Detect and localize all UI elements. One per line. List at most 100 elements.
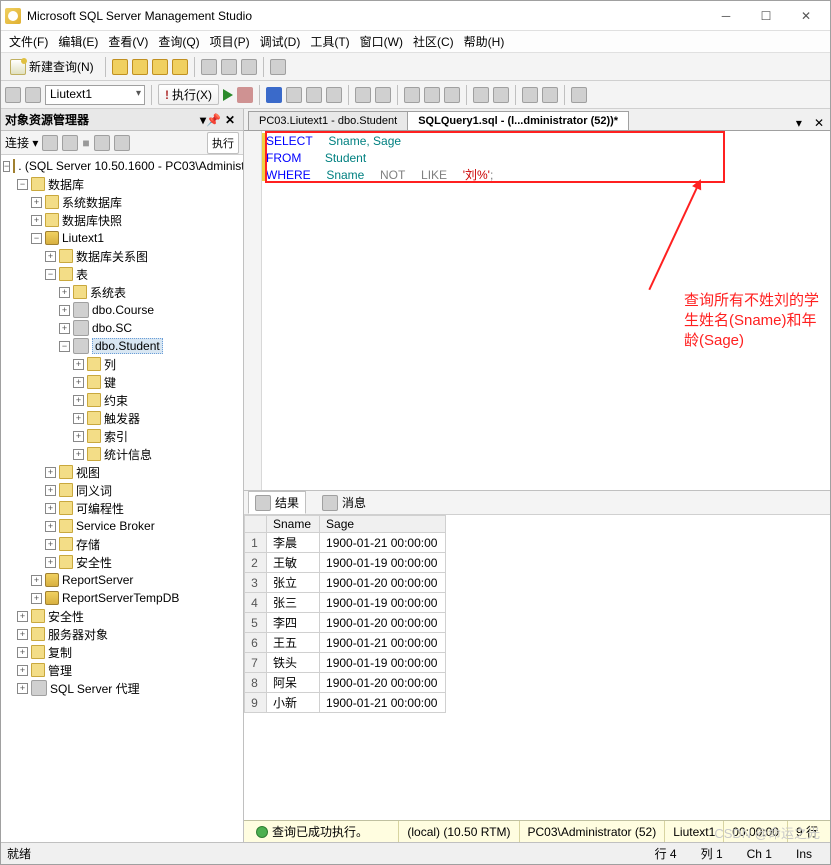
table-row[interactable]: 2王敏1900-01-19 00:00:00 [245,553,446,573]
tree-triggers[interactable]: 触发器 [104,410,140,427]
messages-tab[interactable]: 消息 [316,492,372,513]
expander[interactable]: − [59,341,70,352]
menu-community[interactable]: 社区(C) [409,31,458,52]
activity-icon[interactable] [270,59,286,75]
table-row[interactable]: 9小新1900-01-21 00:00:00 [245,693,446,713]
expander[interactable]: + [59,287,70,298]
expander[interactable]: + [45,539,56,550]
execute-button[interactable]: ! 执行(X) [158,84,219,105]
database-combo[interactable]: Liutext1 [45,85,145,105]
expander[interactable]: + [17,683,28,694]
cell-sname[interactable]: 王敏 [267,553,320,573]
intellisense-icon[interactable] [326,87,342,103]
save-icon[interactable] [221,59,237,75]
outdent-icon[interactable] [542,87,558,103]
tree-systables[interactable]: 系统表 [90,284,126,301]
debug-icon[interactable] [223,89,233,101]
sql-code[interactable]: SELECT Sname, Sage FROM Student WHERE Sn… [266,133,493,184]
table-row[interactable]: 8阿呆1900-01-20 00:00:00 [245,673,446,693]
cell-sage[interactable]: 1900-01-19 00:00:00 [320,553,446,573]
tree-sysdb[interactable]: 系统数据库 [62,194,122,211]
connect-icon-2[interactable] [62,135,78,151]
menu-help[interactable]: 帮助(H) [460,31,509,52]
tabs-dropdown-icon[interactable]: ▾ [790,116,808,130]
expander[interactable]: + [73,395,84,406]
tab-table-designer[interactable]: PC03.Liutext1 - dbo.Student [248,111,408,130]
table-row[interactable]: 7铁头1900-01-19 00:00:00 [245,653,446,673]
tree-replication[interactable]: 复制 [48,644,72,661]
toolbar-icon-3[interactable] [152,59,168,75]
tree-server[interactable]: . (SQL Server 10.50.1600 - PC03\Administ… [18,159,243,173]
new-query-button[interactable]: 新建查询(N) [5,55,99,78]
expander[interactable]: + [31,593,42,604]
expander[interactable]: − [17,179,28,190]
tree-security-db[interactable]: 安全性 [76,554,112,571]
menu-file[interactable]: 文件(F) [5,31,52,52]
change-connection-icon[interactable] [25,87,41,103]
tree-liutext1[interactable]: Liutext1 [62,231,104,245]
tree-student[interactable]: dbo.Student [92,338,163,354]
cell-sage[interactable]: 1900-01-21 00:00:00 [320,633,446,653]
expander[interactable]: + [31,215,42,226]
cell-sage[interactable]: 1900-01-19 00:00:00 [320,593,446,613]
table-row[interactable]: 5李四1900-01-20 00:00:00 [245,613,446,633]
panel-pin-icon[interactable]: 📌 [206,113,221,127]
tab-query[interactable]: SQLQuery1.sql - (l...dministrator (52))* [407,111,629,130]
tree-sqlagent[interactable]: SQL Server 代理 [50,680,140,697]
filter-icon[interactable] [94,135,110,151]
cell-sage[interactable]: 1900-01-19 00:00:00 [320,653,446,673]
tree-storage[interactable]: 存储 [76,536,100,553]
col-sage[interactable]: Sage [320,516,446,533]
expander[interactable]: + [45,251,56,262]
indent-icon[interactable] [522,87,538,103]
tree-reportservertemp[interactable]: ReportServerTempDB [62,591,179,605]
tree-synonyms[interactable]: 同义词 [76,482,112,499]
expander[interactable]: + [73,449,84,460]
connect-icon-1[interactable] [42,135,58,151]
cell-sname[interactable]: 李晨 [267,533,320,553]
tree-programmability[interactable]: 可编程性 [76,500,124,517]
expander[interactable]: + [17,629,28,640]
expander[interactable]: + [59,305,70,316]
cell-sname[interactable]: 阿呆 [267,673,320,693]
menu-view[interactable]: 查看(V) [104,31,152,52]
results-text-icon[interactable] [404,87,420,103]
cell-sage[interactable]: 1900-01-20 00:00:00 [320,673,446,693]
saveall-icon[interactable] [241,59,257,75]
tree-databases[interactable]: 数据库 [48,176,84,193]
expander[interactable]: + [45,557,56,568]
expander[interactable]: + [31,197,42,208]
tree-sc[interactable]: dbo.SC [92,321,132,335]
table-row[interactable]: 3张立1900-01-20 00:00:00 [245,573,446,593]
expander[interactable]: + [73,413,84,424]
expander[interactable]: − [3,161,10,172]
connection-icon[interactable] [5,87,21,103]
tree-constraints[interactable]: 约束 [104,392,128,409]
tree-security[interactable]: 安全性 [48,608,84,625]
expander[interactable]: + [31,575,42,586]
tree-columns[interactable]: 列 [104,356,116,373]
tree-snapshot[interactable]: 数据库快照 [62,212,122,229]
expander[interactable]: + [59,323,70,334]
table-row[interactable]: 1李晨1900-01-21 00:00:00 [245,533,446,553]
expander[interactable]: + [73,377,84,388]
expander[interactable]: + [45,485,56,496]
stop-icon[interactable] [237,87,253,103]
menu-debug[interactable]: 调试(D) [256,31,305,52]
panel-close-icon[interactable]: ✕ [221,113,239,127]
parse-icon[interactable] [266,87,282,103]
expander[interactable]: + [73,359,84,370]
menu-query[interactable]: 查询(Q) [154,31,203,52]
toolbar-icon-1[interactable] [112,59,128,75]
connect-button[interactable]: 连接 ▾ [5,134,38,151]
query-options-icon[interactable] [306,87,322,103]
menu-tools[interactable]: 工具(T) [306,31,353,52]
tree-course[interactable]: dbo.Course [92,303,154,317]
expander[interactable]: + [73,431,84,442]
tree-tables[interactable]: 表 [76,266,88,283]
refresh-icon[interactable] [114,135,130,151]
menu-window[interactable]: 窗口(W) [356,31,407,52]
expander[interactable]: + [17,647,28,658]
cell-sname[interactable]: 王五 [267,633,320,653]
expander[interactable]: + [17,611,28,622]
